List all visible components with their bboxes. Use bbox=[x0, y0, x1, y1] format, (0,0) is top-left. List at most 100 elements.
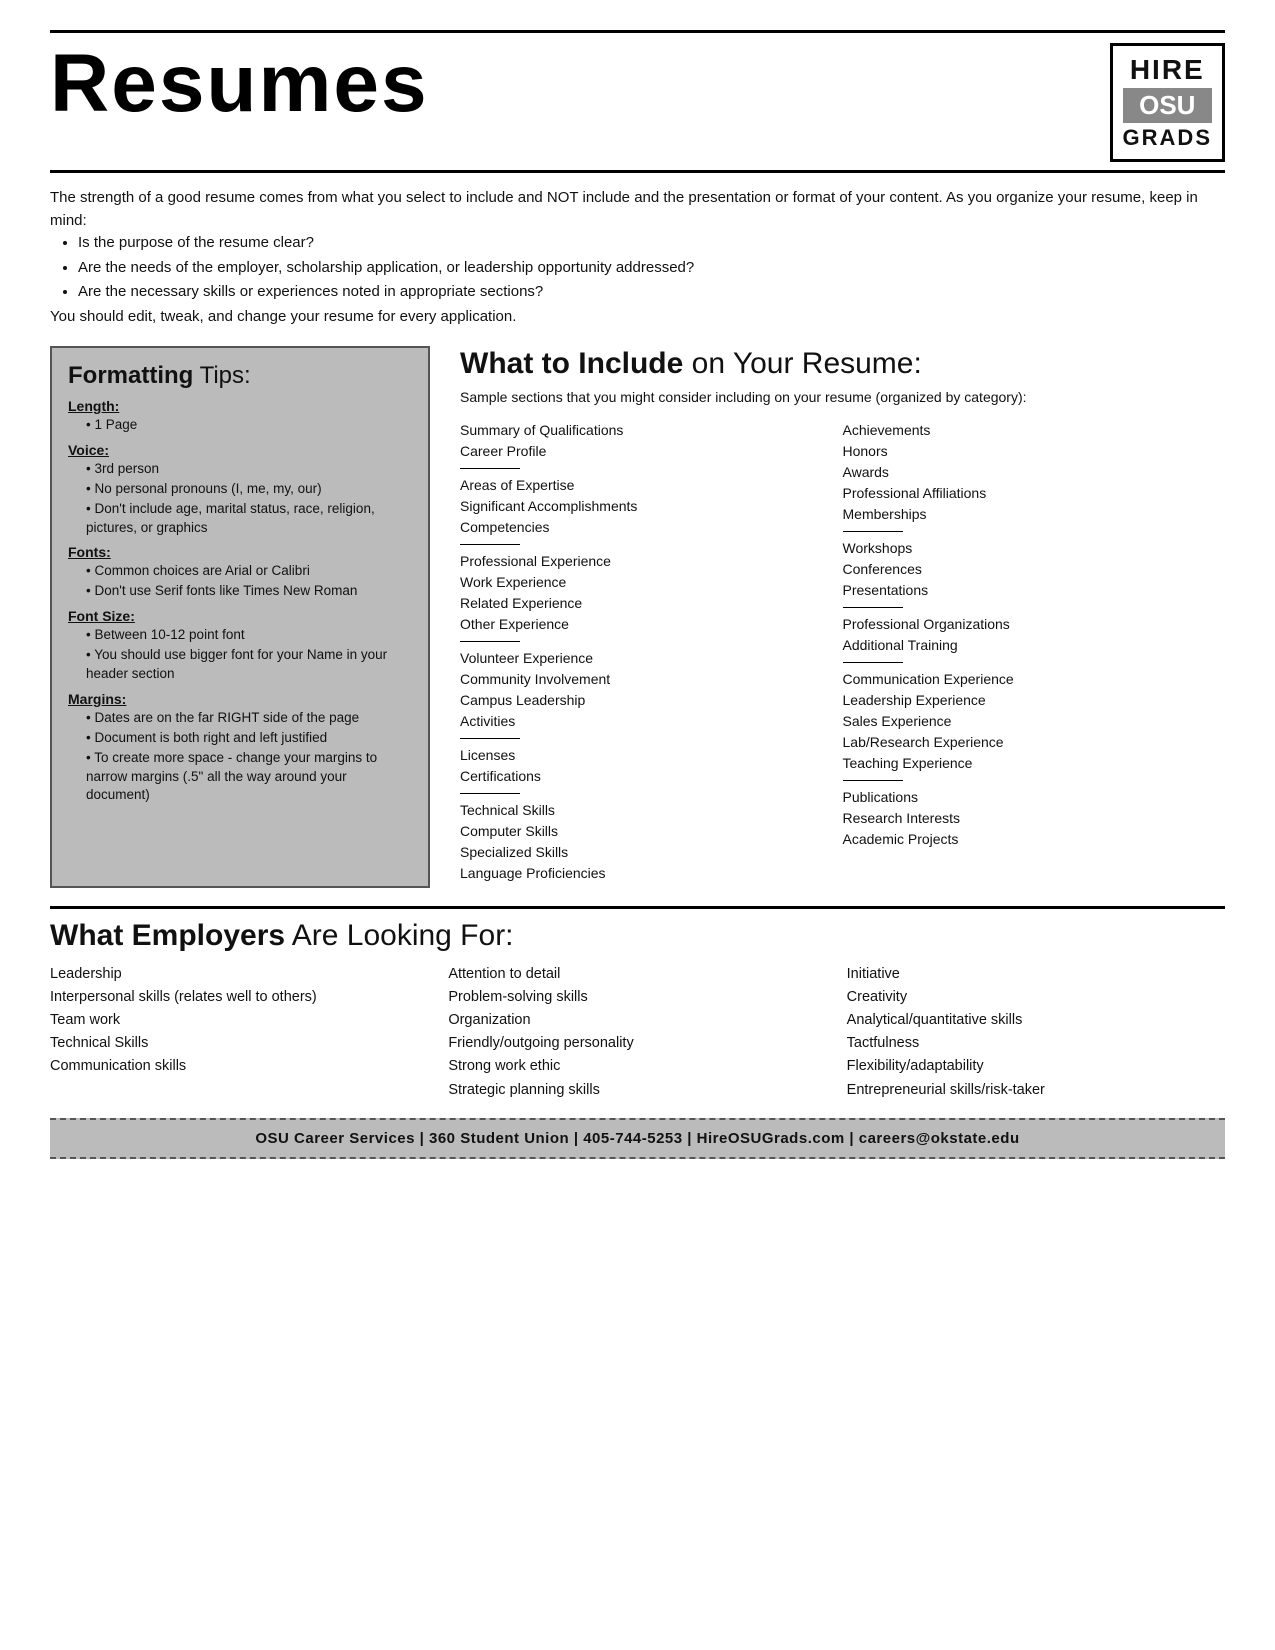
include-divider bbox=[460, 544, 520, 545]
include-item: Research Interests bbox=[843, 808, 1216, 829]
fmt-label-fonts: Fonts: bbox=[68, 544, 412, 560]
intro-bullet-3: Are the necessary skills or experiences … bbox=[78, 281, 1225, 304]
fmt-label-length: Length: bbox=[68, 398, 412, 414]
logo-hire: HIRE bbox=[1123, 54, 1212, 86]
include-divider bbox=[460, 641, 520, 642]
fmt-item-voice-1: 3rd person bbox=[86, 460, 412, 479]
include-item: Lab/Research Experience bbox=[843, 732, 1216, 753]
emp-item: Creativity bbox=[847, 986, 1225, 1009]
emp-item: Analytical/quantitative skills bbox=[847, 1009, 1225, 1032]
include-group-3: Professional Experience Work Experience … bbox=[460, 551, 833, 635]
include-item: Achievements bbox=[843, 420, 1216, 441]
emp-item: Attention to detail bbox=[448, 963, 826, 986]
include-group-c2-1: Achievements Honors Awards Professional … bbox=[843, 420, 1216, 525]
include-title-rest: on Your Resume: bbox=[683, 347, 922, 380]
title-block: Resumes bbox=[50, 43, 429, 125]
include-col-1: Summary of Qualifications Career Profile… bbox=[460, 420, 843, 888]
include-item: Other Experience bbox=[460, 614, 833, 635]
employers-title: What Employers Are Looking For: bbox=[50, 919, 1225, 953]
include-divider bbox=[843, 780, 903, 781]
fmt-item-fonts-1: Common choices are Arial or Calibri bbox=[86, 562, 412, 581]
employers-title-bold: What Employers bbox=[50, 919, 285, 952]
include-item: Presentations bbox=[843, 580, 1216, 601]
include-divider bbox=[843, 531, 903, 532]
fmt-item-length-1: 1 Page bbox=[86, 416, 412, 435]
include-group-1: Summary of Qualifications Career Profile bbox=[460, 420, 833, 462]
emp-item: Communication skills bbox=[50, 1055, 428, 1078]
fmt-item-voice-3: Don't include age, marital status, race,… bbox=[86, 500, 412, 538]
include-item: Communication Experience bbox=[843, 669, 1216, 690]
emp-item: Organization bbox=[448, 1009, 826, 1032]
header: Resumes HIRE OSU GRADS bbox=[50, 30, 1225, 173]
emp-item: Strong work ethic bbox=[448, 1055, 826, 1078]
include-item: Workshops bbox=[843, 538, 1216, 559]
include-item: Additional Training bbox=[843, 635, 1216, 656]
intro-text2: You should edit, tweak, and change your … bbox=[50, 306, 1225, 329]
employers-col-1: Leadership Interpersonal skills (relates… bbox=[50, 963, 428, 1102]
fmt-item-fonts-2: Don't use Serif fonts like Times New Rom… bbox=[86, 582, 412, 601]
intro-bullet-2: Are the needs of the employer, scholarsh… bbox=[78, 257, 1225, 280]
fmt-item-fontsize-1: Between 10-12 point font bbox=[86, 626, 412, 645]
include-item: Professional Affiliations bbox=[843, 483, 1216, 504]
include-item: Professional Organizations bbox=[843, 614, 1216, 635]
fmt-item-margins-2: Document is both right and left justifie… bbox=[86, 729, 412, 748]
include-item: Competencies bbox=[460, 517, 833, 538]
include-item: Related Experience bbox=[460, 593, 833, 614]
include-item: Specialized Skills bbox=[460, 842, 833, 863]
intro-text1: The strength of a good resume comes from… bbox=[50, 187, 1225, 232]
include-group-5: Licenses Certifications bbox=[460, 745, 833, 787]
include-item: Language Proficiencies bbox=[460, 863, 833, 884]
emp-item: Entrepreneurial skills/risk-taker bbox=[847, 1079, 1225, 1102]
include-divider bbox=[843, 607, 903, 608]
employers-title-rest: Are Looking For: bbox=[285, 919, 513, 952]
emp-item: Problem-solving skills bbox=[448, 986, 826, 1009]
formatting-box: Formatting Tips: Length: 1 Page Voice: 3… bbox=[50, 346, 430, 888]
include-item: Computer Skills bbox=[460, 821, 833, 842]
page: Resumes HIRE OSU GRADS The strength of a… bbox=[0, 0, 1275, 1650]
intro-bullets: Is the purpose of the resume clear? Are … bbox=[78, 232, 1225, 304]
include-item: Honors bbox=[843, 441, 1216, 462]
include-divider bbox=[460, 738, 520, 739]
include-group-c2-4: Communication Experience Leadership Expe… bbox=[843, 669, 1216, 774]
emp-item: Leadership bbox=[50, 963, 428, 986]
fmt-item-margins-3: To create more space - change your margi… bbox=[86, 749, 412, 806]
emp-item: Tactfulness bbox=[847, 1032, 1225, 1055]
include-item: Volunteer Experience bbox=[460, 648, 833, 669]
emp-item: Flexibility/adaptability bbox=[847, 1055, 1225, 1078]
include-title-bold: What to Include bbox=[460, 347, 683, 380]
employers-col-2: Attention to detail Problem-solving skil… bbox=[448, 963, 826, 1102]
include-item: Academic Projects bbox=[843, 829, 1216, 850]
include-item: Community Involvement bbox=[460, 669, 833, 690]
fmt-item-voice-2: No personal pronouns (I, me, my, our) bbox=[86, 480, 412, 499]
page-title: Resumes bbox=[50, 43, 429, 125]
middle-section: Formatting Tips: Length: 1 Page Voice: 3… bbox=[50, 346, 1225, 888]
include-item: Awards bbox=[843, 462, 1216, 483]
include-item: Technical Skills bbox=[460, 800, 833, 821]
include-item: Career Profile bbox=[460, 441, 833, 462]
include-col-2: Achievements Honors Awards Professional … bbox=[843, 420, 1226, 888]
include-item: Significant Accomplishments bbox=[460, 496, 833, 517]
include-group-c2-3: Professional Organizations Additional Tr… bbox=[843, 614, 1216, 656]
include-subtitle: Sample sections that you might consider … bbox=[460, 388, 1225, 408]
logo-osu: OSU bbox=[1123, 88, 1212, 123]
intro-bullet-1: Is the purpose of the resume clear? bbox=[78, 232, 1225, 255]
include-group-4: Volunteer Experience Community Involveme… bbox=[460, 648, 833, 732]
logo-grads: GRADS bbox=[1123, 125, 1212, 151]
include-item: Areas of Expertise bbox=[460, 475, 833, 496]
logo-box: HIRE OSU GRADS bbox=[1110, 43, 1225, 162]
include-group-2: Areas of Expertise Significant Accomplis… bbox=[460, 475, 833, 538]
footer-text: OSU Career Services | 360 Student Union … bbox=[255, 1130, 1019, 1147]
emp-item: Strategic planning skills bbox=[448, 1079, 826, 1102]
employers-columns: Leadership Interpersonal skills (relates… bbox=[50, 963, 1225, 1102]
include-item: Work Experience bbox=[460, 572, 833, 593]
emp-item: Team work bbox=[50, 1009, 428, 1032]
fmt-item-fontsize-2: You should use bigger font for your Name… bbox=[86, 646, 412, 684]
include-divider bbox=[460, 468, 520, 469]
include-title: What to Include on Your Resume: bbox=[460, 346, 1225, 382]
emp-item: Interpersonal skills (relates well to ot… bbox=[50, 986, 428, 1009]
include-item: Activities bbox=[460, 711, 833, 732]
employers-section: What Employers Are Looking For: Leadersh… bbox=[50, 906, 1225, 1102]
include-divider bbox=[460, 793, 520, 794]
include-divider bbox=[843, 662, 903, 663]
include-item: Publications bbox=[843, 787, 1216, 808]
